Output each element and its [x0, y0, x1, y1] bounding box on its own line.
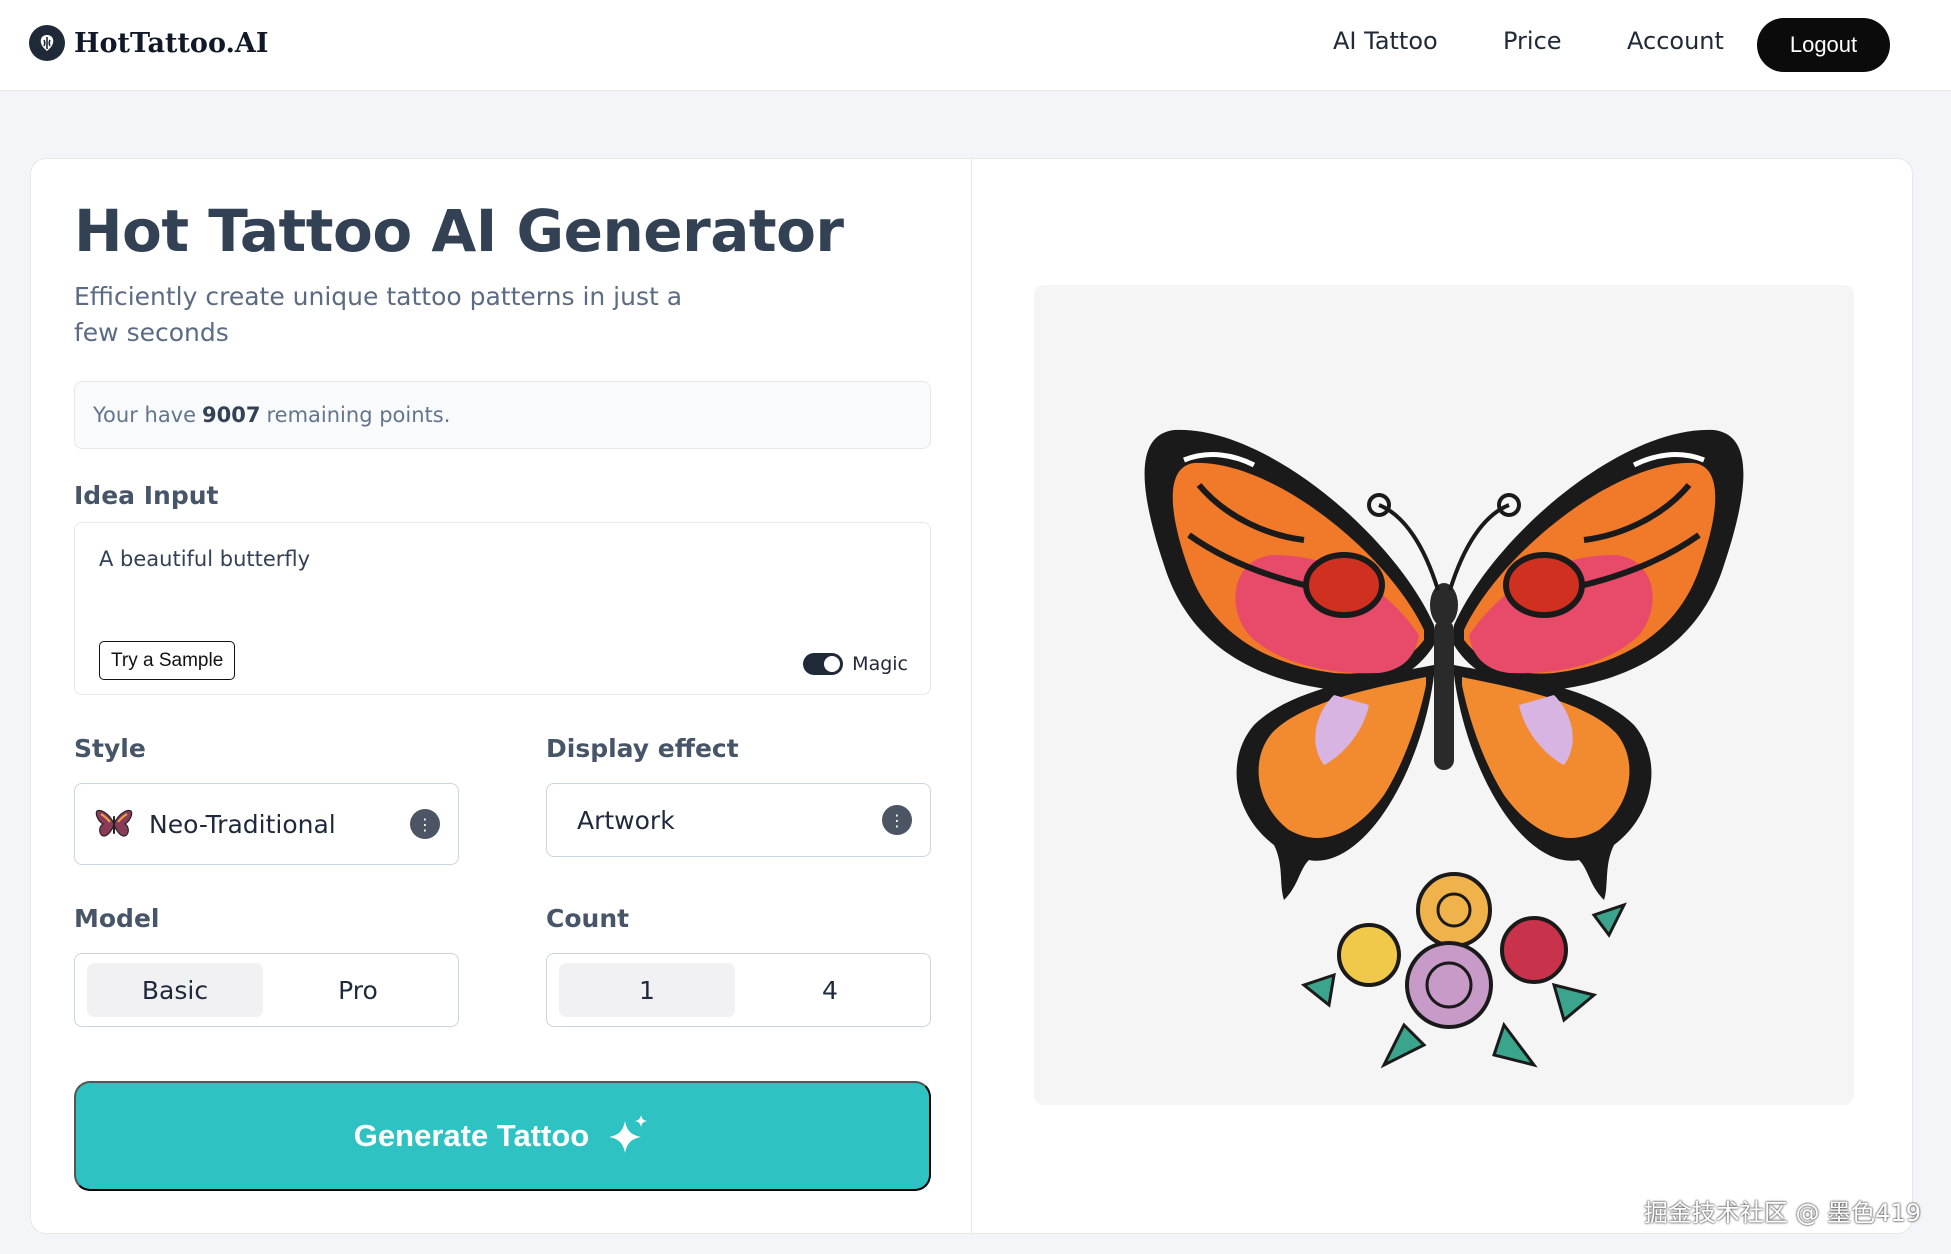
points-prefix: Your have [93, 403, 197, 427]
page-title: Hot Tattoo AI Generator [74, 197, 844, 265]
model-selector: Basic Pro [74, 953, 459, 1027]
sparkle-icon [609, 1115, 648, 1153]
top-navbar: HotTattoo.AI AI Tattoo Price Account Log… [0, 0, 1951, 91]
display-effect-select[interactable]: Artwork ⋮ [546, 783, 931, 857]
points-banner: Your have 9007 remaining points. [74, 381, 931, 449]
nav-account[interactable]: Account [1627, 27, 1724, 55]
try-sample-button[interactable]: Try a Sample [99, 641, 236, 680]
points-value: 9007 [202, 403, 261, 427]
magic-toggle[interactable] [803, 653, 844, 675]
brand-name: HotTattoo.AI [74, 27, 269, 59]
points-suffix: remaining points. [266, 403, 451, 427]
nav-price[interactable]: Price [1503, 27, 1562, 55]
panel-divider [971, 159, 972, 1233]
model-option-pro[interactable]: Pro [270, 963, 446, 1017]
magic-label: Magic [852, 653, 908, 675]
generate-tattoo-button[interactable]: Generate Tattoo [74, 1081, 931, 1191]
count-option-1[interactable]: 1 [559, 963, 735, 1017]
count-label: Count [546, 904, 630, 933]
count-selector: 1 4 [546, 953, 931, 1027]
tattoo-preview-image [1034, 285, 1854, 1105]
style-label: Style [74, 734, 146, 763]
nav-ai-tattoo[interactable]: AI Tattoo [1333, 27, 1438, 55]
count-option-4[interactable]: 4 [742, 963, 918, 1017]
display-effect-label: Display effect [546, 734, 739, 763]
idea-input-box[interactable]: A beautiful butterfly Try a Sample Magic [74, 522, 931, 695]
more-options-icon[interactable]: ⋮ [410, 809, 440, 839]
generator-card: Hot Tattoo AI Generator Efficiently crea… [30, 158, 1913, 1234]
generate-label: Generate Tattoo [353, 1118, 590, 1153]
page-subtitle: Efficiently create unique tattoo pattern… [74, 282, 683, 347]
tattoo-logo-icon [29, 25, 65, 61]
more-options-icon[interactable]: ⋮ [882, 805, 912, 835]
butterfly-style-icon [95, 808, 133, 840]
display-effect-value: Artwork [577, 805, 675, 835]
logout-button[interactable]: Logout [1757, 18, 1890, 72]
magic-toggle-group[interactable]: Magic [803, 653, 908, 675]
idea-input-label: Idea Input [74, 481, 219, 510]
brand-logo[interactable]: HotTattoo.AI [29, 25, 268, 61]
idea-input-field[interactable]: A beautiful butterfly [99, 547, 310, 571]
model-option-basic[interactable]: Basic [87, 963, 263, 1017]
model-label: Model [74, 904, 160, 933]
style-select[interactable]: Neo-Traditional ⋮ [74, 783, 459, 865]
watermark: 掘金技术社区 @ 墨色419 [1643, 1199, 1921, 1227]
style-value: Neo-Traditional [149, 809, 336, 839]
